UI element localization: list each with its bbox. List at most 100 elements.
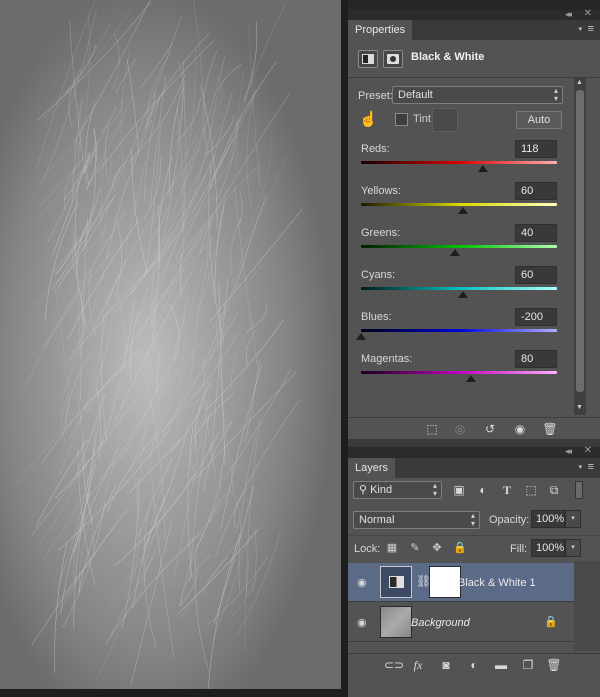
collapse-panel-icon[interactable]: ◂◂ (565, 446, 572, 457)
preset-label: Preset: (358, 90, 393, 102)
clip-to-layer-icon[interactable]: ⬚ (424, 421, 440, 437)
layer-locked-icon: 🔒 (544, 616, 558, 628)
view-previous-icon[interactable]: ◎ (452, 421, 468, 437)
select-arrows-icon: ▴ ▾ (432, 481, 437, 498)
layer-filter-bar: ⚲ Kind ▴ ▾ ▣ ◐ T ⬚ ⧉ (348, 478, 600, 508)
scratched-metal-texture (0, 0, 341, 689)
tint-checkbox[interactable] (395, 113, 408, 126)
mask-icon-button[interactable] (383, 50, 403, 68)
color-slider-track[interactable] (361, 245, 557, 248)
layers-footer: ⊂⊃ fx ◙ ◐ ▬ ❐ 🗑 (348, 653, 600, 677)
close-panel-icon[interactable]: ✕ (584, 445, 592, 456)
color-slider-track[interactable] (361, 371, 557, 374)
search-icon: ⚲ (359, 484, 368, 496)
new-adjustment-icon[interactable]: ◐ (466, 657, 482, 673)
filter-shape-icon[interactable]: ⬚ (524, 483, 538, 497)
opacity-dropdown-icon[interactable]: ▾ (565, 510, 581, 528)
eye-visibility-icon[interactable]: ◉ (357, 616, 369, 629)
fx-icon[interactable]: fx (410, 657, 426, 673)
color-slider-track[interactable] (361, 203, 557, 206)
targeted-adjustment-hand-icon[interactable]: ☝ (359, 110, 378, 128)
tab-properties[interactable]: Properties (348, 20, 413, 40)
slider-thumb[interactable] (465, 375, 476, 382)
layer-row-black-white[interactable]: ◉ ⛓ Black & White 1 (348, 563, 574, 602)
layers-scrollbar[interactable] (574, 561, 600, 651)
visibility-icon[interactable]: ◉ (512, 421, 528, 437)
color-slider-track[interactable] (361, 287, 557, 290)
filter-kind-select[interactable]: ⚲ Kind ▴ ▾ (353, 481, 442, 499)
tab-layers[interactable]: Layers (348, 458, 396, 478)
layer-row-background[interactable]: ◉ Background 🔒 (348, 603, 574, 642)
opacity-label: Opacity: (489, 514, 530, 526)
black-white-adjustment-icon (389, 576, 404, 588)
delete-layer-icon[interactable]: 🗑 (546, 657, 562, 673)
slider-value-field[interactable]: 80 (515, 350, 557, 368)
scroll-down-icon[interactable]: ▼ (576, 404, 583, 411)
lock-transparency-icon[interactable]: ▦ (386, 542, 398, 554)
layer-mask-thumbnail[interactable] (429, 566, 461, 598)
slider-thumb[interactable] (356, 333, 366, 340)
panel-gutter (341, 0, 348, 697)
reset-icon[interactable]: ↺ (482, 421, 498, 437)
eye-visibility-icon[interactable]: ◉ (357, 576, 369, 589)
fill-label: Fill: (510, 543, 528, 555)
lock-all-icon[interactable]: 🔒 (453, 542, 467, 554)
slider-value-field[interactable]: -200 (515, 308, 557, 326)
color-slider-track[interactable] (361, 161, 557, 164)
link-layers-icon[interactable]: ⊂⊃ (384, 657, 404, 673)
adjustment-icon-button[interactable] (358, 50, 378, 68)
select-arrows-icon: ▴ ▾ (553, 86, 558, 103)
new-layer-icon[interactable]: ❐ (520, 657, 536, 673)
fill-dropdown-icon[interactable]: ▾ (565, 539, 581, 557)
filter-smart-object-icon[interactable]: ⧉ (547, 483, 561, 497)
close-panel-icon[interactable]: ✕ (584, 8, 592, 19)
filter-kind-value: Kind (370, 484, 393, 496)
slider-thumb[interactable] (450, 249, 461, 256)
properties-scrollbar[interactable]: ▲ ▼ (574, 78, 586, 415)
filter-adjustment-icon[interactable]: ◐ (476, 483, 490, 497)
filter-pixel-icon[interactable]: ▣ (452, 483, 466, 497)
fill-field[interactable]: 100% (531, 539, 565, 557)
slider-thumb[interactable] (457, 207, 468, 214)
panel-menu-icon[interactable]: ≡ (588, 23, 594, 35)
opacity-field[interactable]: 100% (531, 510, 565, 528)
scroll-up-icon[interactable]: ▲ (576, 79, 583, 86)
panel-menu-arrow-icon[interactable]: ▾ (578, 25, 582, 33)
filter-type-icon[interactable]: T (500, 483, 514, 497)
select-arrows-icon: ▴ ▾ (470, 511, 475, 528)
panel-menu-icon[interactable]: ≡ (588, 461, 594, 473)
color-slider-track[interactable] (361, 329, 557, 332)
trash-icon[interactable]: 🗑 (542, 421, 558, 437)
layer-name[interactable]: Black & White 1 (458, 577, 536, 589)
mask-icon (387, 54, 399, 64)
collapse-panel-icon[interactable]: ◂◂ (565, 9, 572, 20)
slider-value-field[interactable]: 60 (515, 182, 557, 200)
background-layer-thumbnail[interactable] (380, 606, 412, 638)
filter-toggle-switch[interactable] (575, 481, 583, 499)
layer-name[interactable]: Background (411, 617, 470, 629)
black-white-adjustment-icon (362, 54, 374, 64)
lock-pixels-brush-icon[interactable]: ✎ (409, 542, 421, 554)
properties-scroll-thumb[interactable] (576, 90, 584, 392)
lock-row: Lock: ▦ ✎ ✥ 🔒 Fill: 100% ▾ (348, 535, 600, 561)
lock-position-move-icon[interactable]: ✥ (431, 542, 443, 554)
properties-panel: ◂◂ ✕ Properties ▾ ≡ Black & White Preset… (348, 8, 600, 447)
slider-label: Magentas: (361, 353, 413, 365)
blend-mode-select[interactable]: Normal ▴ ▾ (353, 511, 480, 529)
blend-mode-value: Normal (359, 514, 395, 526)
panel-menu-arrow-icon[interactable]: ▾ (578, 463, 582, 471)
document-canvas[interactable] (0, 0, 341, 689)
auto-button[interactable]: Auto (516, 111, 562, 129)
new-group-icon[interactable]: ▬ (493, 657, 509, 673)
slider-value-field[interactable]: 40 (515, 224, 557, 242)
slider-thumb[interactable] (457, 291, 468, 298)
slider-value-field[interactable]: 118 (515, 140, 557, 158)
preset-select[interactable]: Default ▴ ▾ (392, 86, 563, 104)
slider-value-field[interactable]: 60 (515, 266, 557, 284)
slider-thumb[interactable] (477, 165, 488, 172)
lock-label: Lock: (354, 543, 381, 555)
tint-color-swatch[interactable] (432, 108, 458, 132)
adjustment-layer-thumbnail[interactable] (380, 566, 412, 598)
add-mask-icon[interactable]: ◙ (438, 657, 454, 673)
panel-resize-grip[interactable] (348, 439, 600, 447)
